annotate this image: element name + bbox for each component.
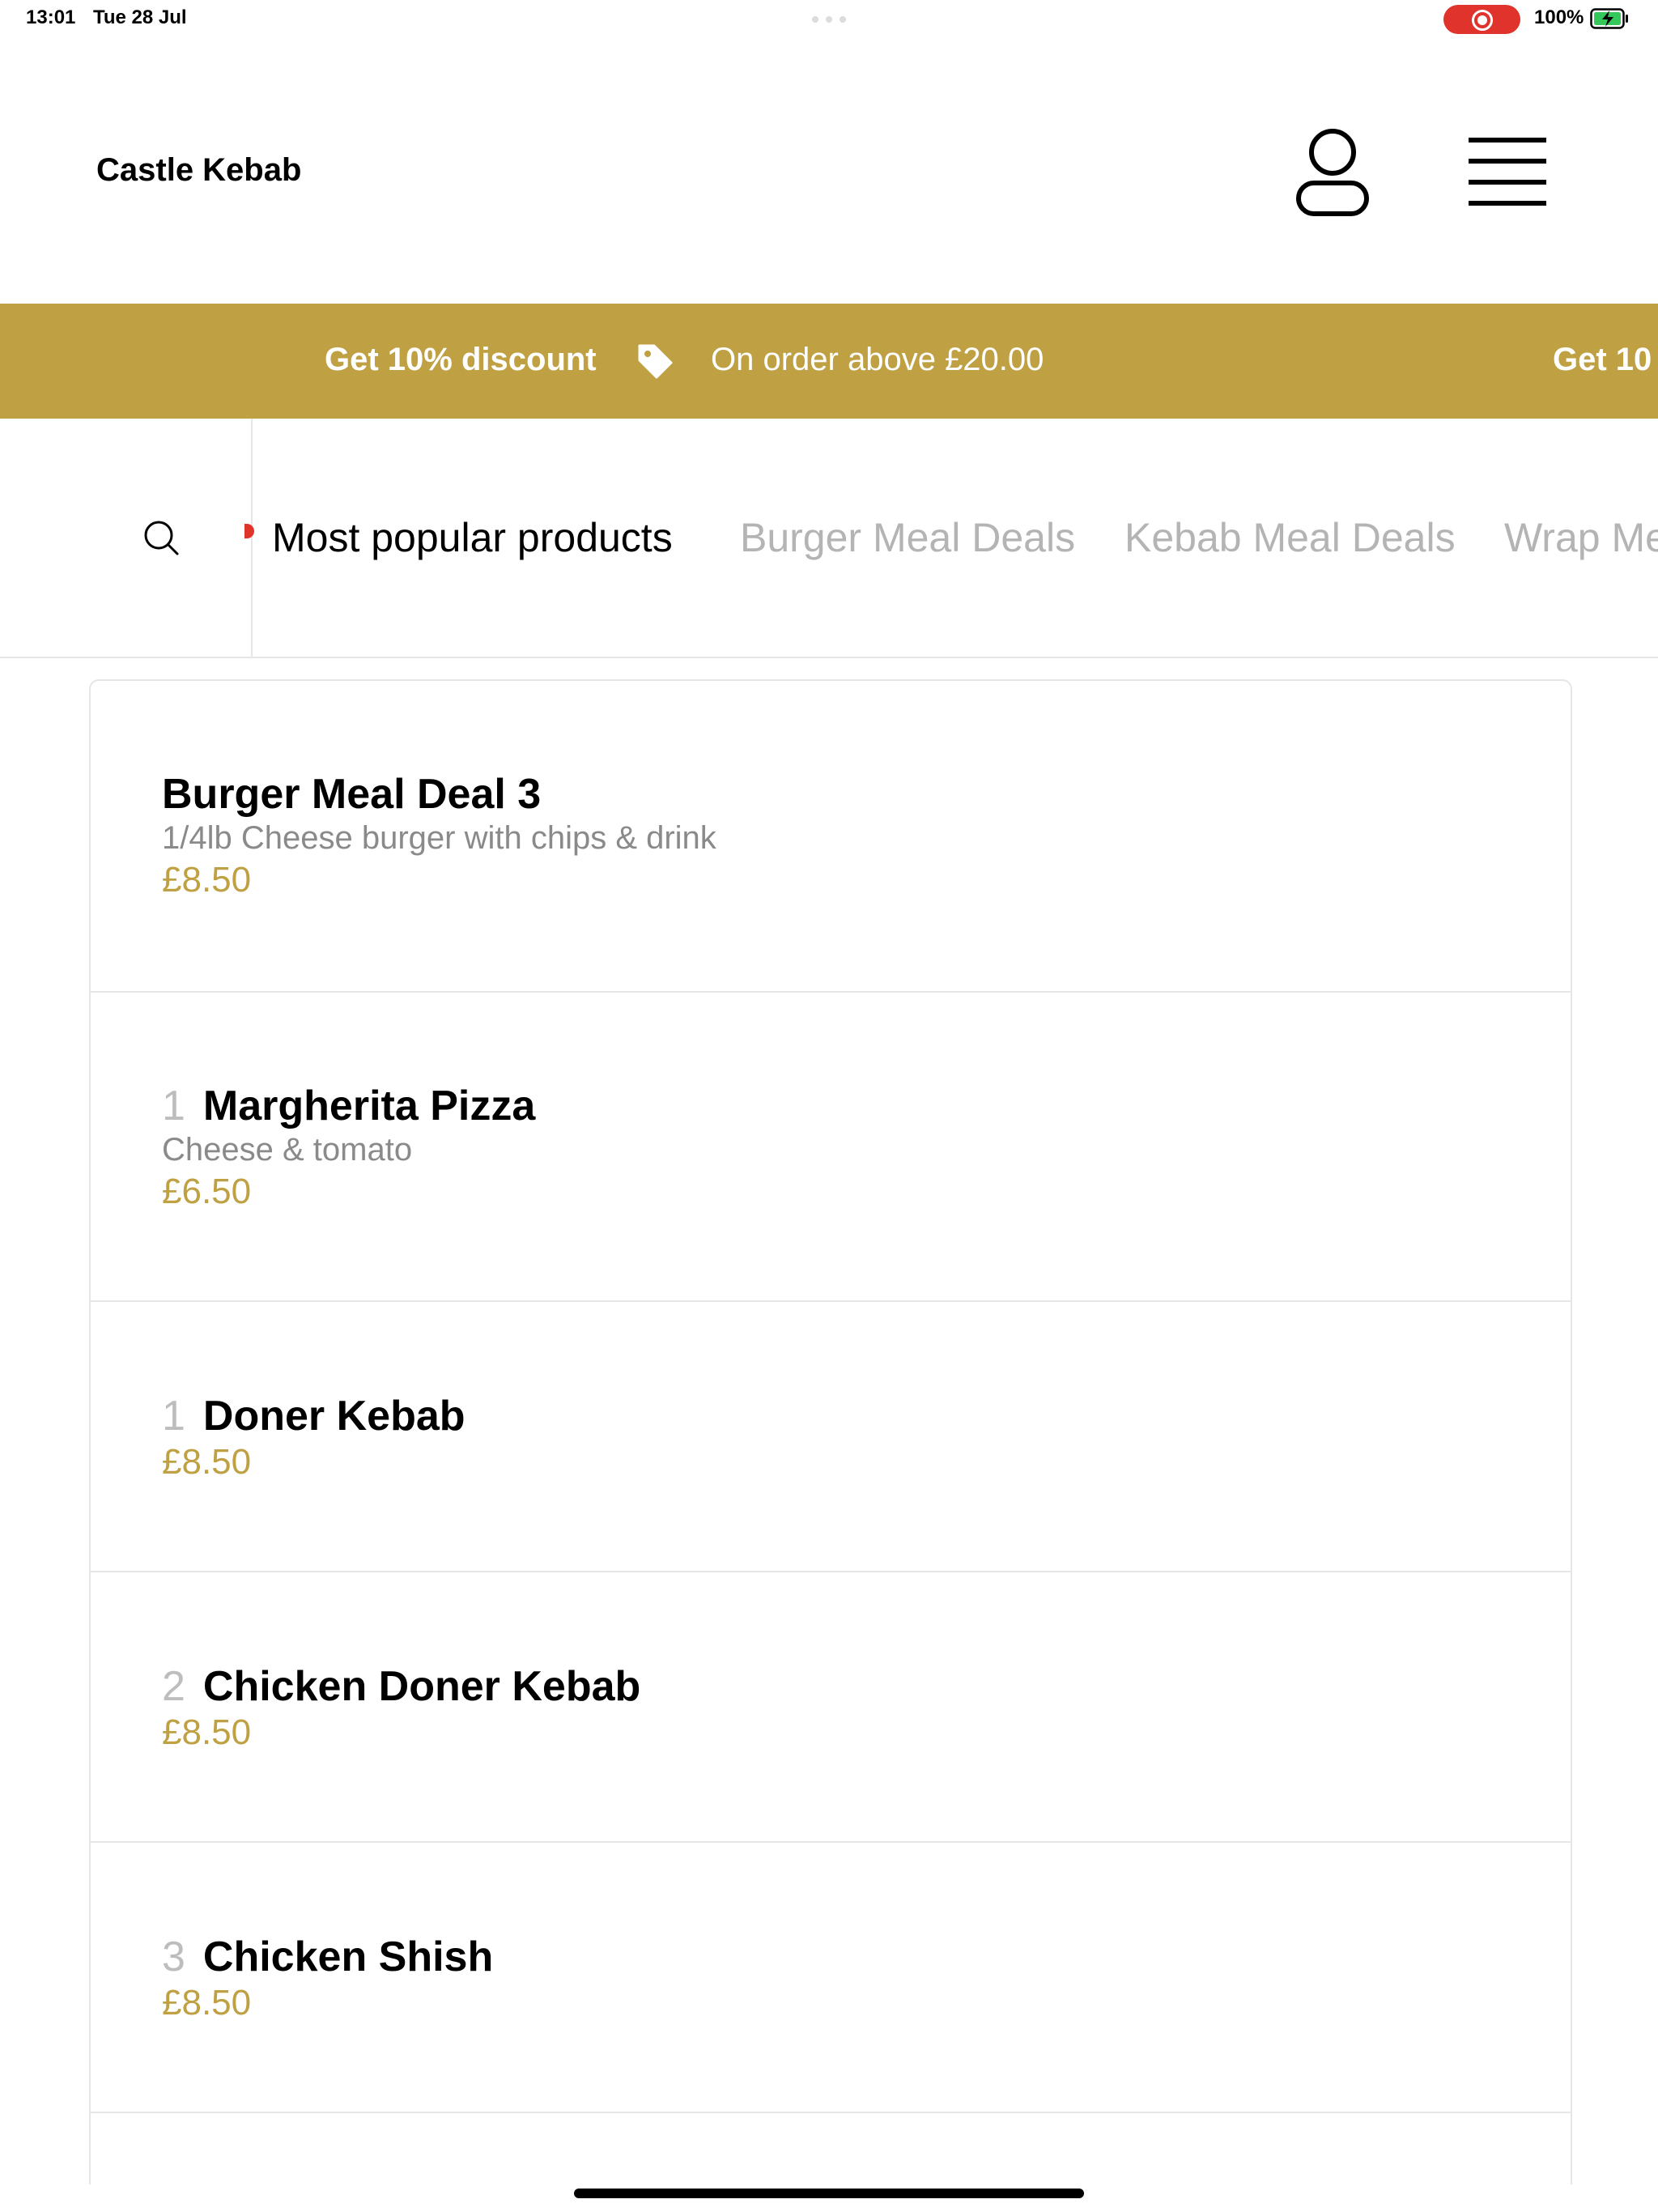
product-description: 1/4lb Cheese burger with chips & drink [162,820,716,856]
hamburger-menu-icon[interactable] [1467,136,1548,207]
product-description: Cheese & tomato [162,1132,413,1168]
product-number: 2 [162,1663,185,1710]
product-number: 1 [162,1393,185,1440]
product-number: 1 [162,1083,185,1129]
battery-charging-icon [1590,8,1628,29]
promo-title: Get 10% discount [325,342,597,377]
tab-most-popular[interactable]: Most popular products [272,514,673,561]
product-card[interactable]: 1 Margherita Pizza Cheese & tomato £6.50 [91,993,1571,1302]
product-name: Chicken Shish [202,1933,494,1980]
tag-icon [638,344,673,379]
category-nav: Most popular products Burger Meal Deals … [0,419,1658,658]
product-title: 1 Doner Kebab [162,1392,466,1440]
tab-wrap-meal-deals[interactable]: Wrap Me [1504,514,1658,561]
product-list: Burger Meal Deal 3 1/4lb Cheese burger w… [89,679,1572,2184]
status-bar: 13:01 Tue 28 Jul 100% [0,0,1658,39]
product-title: 3 Chicken Shish [162,1933,493,1981]
product-number: 3 [162,1933,185,1980]
product-title: 1 Margherita Pizza [162,1082,535,1130]
product-price: £8.50 [162,1442,252,1482]
product-name: Margherita Pizza [202,1083,536,1129]
product-card[interactable]: 2 Chicken Doner Kebab £8.50 [91,1572,1571,1843]
battery-percentage: 100% [1534,6,1584,28]
product-name: Chicken Doner Kebab [202,1663,641,1710]
product-price: £8.50 [162,1983,252,2023]
status-date: Tue 28 Jul [93,6,187,28]
home-indicator[interactable] [574,2189,1084,2198]
product-price: £8.50 [162,860,252,900]
product-price: £6.50 [162,1172,252,1211]
product-name: Burger Meal Deal 3 [162,771,542,818]
product-name: Doner Kebab [202,1393,466,1440]
tab-kebab-meal-deals[interactable]: Kebab Meal Deals [1124,514,1456,561]
product-title: 2 Chicken Doner Kebab [162,1662,640,1711]
promo-subtitle: On order above £20.00 [711,342,1044,377]
search-icon [144,521,179,555]
product-card[interactable]: 3 Chicken Shish £8.50 [91,1843,1571,2113]
screen-recording-icon[interactable] [1443,5,1520,34]
user-icon[interactable] [1294,126,1371,219]
brand-name[interactable]: Castle Kebab [96,152,301,189]
promo-banner: Get 10% discount On order above £20.00 G… [0,304,1658,419]
product-card[interactable]: 1 Doner Kebab £8.50 [91,1302,1571,1572]
search-button[interactable] [0,419,253,657]
multitasking-dots-icon[interactable] [812,16,846,23]
tab-burger-meal-deals[interactable]: Burger Meal Deals [740,514,1075,561]
promo-title-repeat: Get 10 [1553,342,1652,377]
product-title: Burger Meal Deal 3 [162,770,541,819]
product-card[interactable]: Burger Meal Deal 3 1/4lb Cheese burger w… [91,681,1571,993]
status-time: 13:01 [26,6,76,28]
product-price: £8.50 [162,1712,252,1752]
active-category-marker [244,524,254,538]
